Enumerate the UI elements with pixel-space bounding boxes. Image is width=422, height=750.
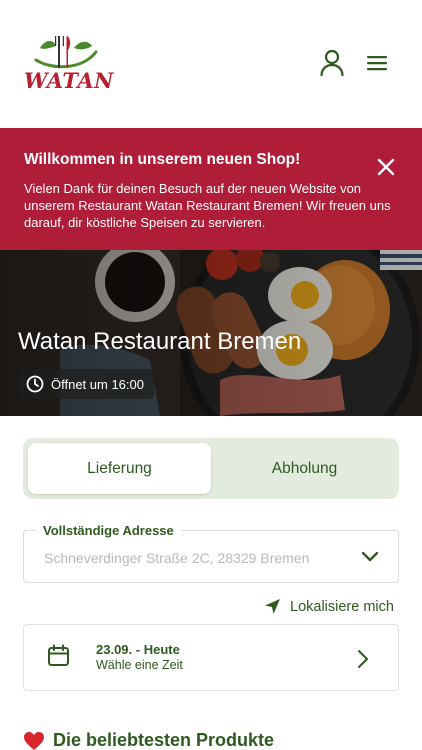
tab-lieferung[interactable]: Lieferung: [28, 443, 211, 494]
date-time-selector[interactable]: [23, 624, 399, 691]
locate-me-label: Lokalisiere mich: [290, 598, 394, 615]
close-icon: [377, 158, 395, 176]
address-value: Schneverdinger Straße 2C, 28329 Bremen: [44, 550, 310, 566]
user-icon: [320, 49, 344, 77]
selected-date: 23.09. - Heute: [96, 642, 180, 657]
address-label: Vollständige Adresse: [36, 523, 181, 538]
tab-abholung[interactable]: Abholung: [213, 443, 396, 494]
menu-button[interactable]: [362, 48, 392, 78]
popular-products-heading: Die beliebtesten Produkte: [23, 730, 274, 750]
hamburger-menu-icon: [367, 56, 387, 71]
choose-time-text: Wähle eine Zeit: [96, 658, 183, 672]
user-account-button[interactable]: [317, 48, 347, 78]
chevron-down-icon[interactable]: [360, 550, 380, 564]
opening-hours-badge: Öffnet um 16:00: [18, 369, 154, 399]
restaurant-name: Watan Restaurant Bremen: [18, 328, 302, 355]
heart-icon: [24, 731, 44, 750]
order-type-toggle: Lieferung Abholung: [23, 438, 399, 499]
banner-close-button[interactable]: [374, 155, 398, 179]
section-title: Die beliebtesten Produkte: [53, 730, 275, 750]
banner-text: Vielen Dank für deinen Besuch auf der ne…: [24, 181, 391, 230]
logo-text: WATAN: [24, 68, 114, 93]
chevron-right-icon: [358, 650, 368, 668]
header: WATAN: [0, 0, 422, 128]
locate-me-button[interactable]: Lokalisiere mich: [264, 598, 394, 615]
restaurant-hero: Watan Restaurant Bremen Öffnet um 16:00: [0, 250, 422, 416]
calendar-icon: [48, 644, 69, 666]
banner-title: Willkommen in unserem neuen Shop!: [24, 151, 301, 168]
location-arrow-icon: [265, 599, 280, 614]
clock-icon: [26, 375, 44, 393]
welcome-banner: Willkommen in unserem neuen Shop! Vielen…: [0, 128, 422, 250]
watan-logo[interactable]: WATAN: [22, 34, 113, 98]
opening-hours-text: Öffnet um 16:00: [51, 376, 144, 392]
